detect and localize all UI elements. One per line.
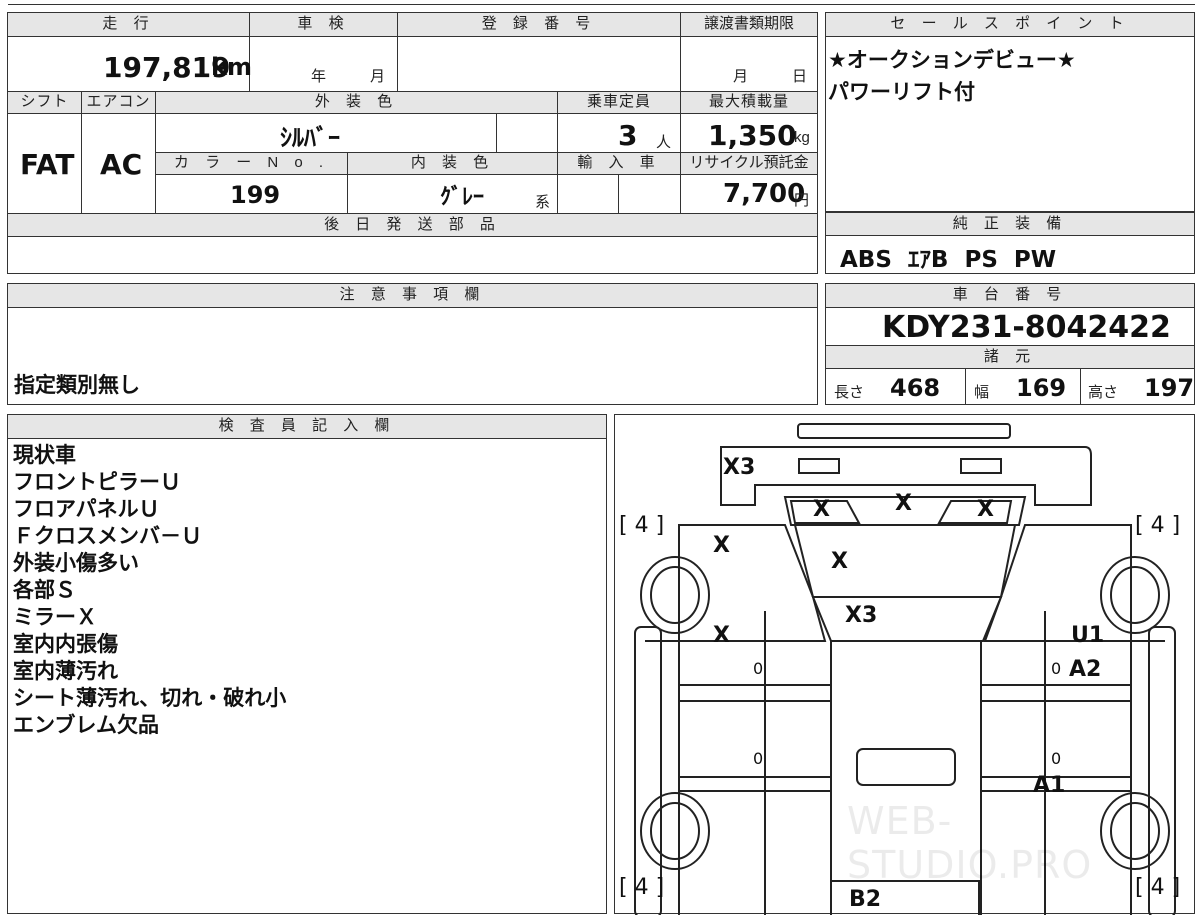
- equipment-header: 純 正 装 備: [826, 212, 1194, 236]
- inspection-year-unit: 年: [311, 68, 327, 85]
- inspector-line: 現状車: [13, 444, 76, 467]
- inspector-box: 検 査 員 記 入 欄 現状車 フロントピラーＵ フロアパネルＵ Ｆクロスメンバ…: [7, 414, 607, 914]
- inspector-notes-list: 現状車 フロントピラーＵ フロアパネルＵ Ｆクロスメンバ－Ｕ 外装小傷多い 各部…: [13, 442, 286, 739]
- inspection-header: 車 検: [249, 13, 397, 37]
- chassis-number: KDY231-8042422: [882, 310, 1171, 345]
- interior-color-value: ｸﾞﾚｰ: [440, 185, 485, 210]
- ac-header: エアコン: [81, 92, 155, 114]
- max-load-unit: kg: [794, 129, 810, 146]
- notes-box: 注 意 事 項 欄 指定類別無し: [7, 283, 818, 405]
- vehicle-diagram: [ 4 ] [ 4 ] [ 4 ] [ 4 ] X3 X X X X X X3 …: [614, 414, 1195, 915]
- width-label: 幅: [974, 384, 990, 401]
- shift-header: シフト: [8, 92, 81, 114]
- equipment-value: ABS ｴｱB PS PW: [840, 247, 1057, 273]
- import-header: 輸 入 車: [557, 153, 680, 175]
- capacity-header: 乗車定員: [557, 92, 680, 114]
- chassis-header: 車 台 番 号: [826, 284, 1194, 308]
- inspector-line: 室内内張傷: [13, 633, 118, 656]
- zero-marker: 0: [1051, 749, 1062, 768]
- sales-point-line-2: パワーリフト付: [828, 81, 975, 104]
- max-load-header: 最大積載量: [680, 92, 817, 114]
- exterior-color-value: ｼﾙﾊﾞｰ: [280, 124, 340, 152]
- sales-points-header: セ ー ル ス ポ イ ン ト: [826, 13, 1194, 37]
- recycle-unit: 円: [794, 192, 810, 209]
- mileage-unit: km: [211, 53, 252, 81]
- chassis-box: 車 台 番 号 KDY231-8042422 諸 元 長さ 468 幅 169 …: [825, 283, 1195, 405]
- transfer-month-unit: 月: [733, 68, 749, 85]
- transfer-deadline-header: 譲渡書類期限: [680, 13, 817, 37]
- color-no-header: カ ラ ー N o .: [156, 153, 347, 175]
- height-label: 高さ: [1088, 384, 1119, 401]
- capacity-unit: 人: [656, 134, 672, 151]
- mark-bumper: X3: [723, 455, 756, 480]
- top-edge-line: [8, 4, 1195, 5]
- tire-rear-left-label: [ 4 ]: [619, 875, 665, 900]
- later-parts-header: 後 日 発 送 部 品: [8, 214, 817, 237]
- recycle-header: リサイクル預託金: [680, 153, 817, 175]
- color-no-value: 199: [230, 181, 281, 209]
- width-value: 169: [1016, 374, 1067, 402]
- zero-marker: 0: [1051, 659, 1062, 678]
- inspector-line: フロアパネルＵ: [13, 498, 160, 521]
- interior-color-suffix: 系: [535, 194, 551, 211]
- max-load-value: 1,350: [708, 119, 797, 152]
- inspector-line: シート薄汚れ、切れ・破れ小: [13, 687, 287, 710]
- mark-rocker-right: A1: [1033, 773, 1066, 798]
- transfer-day-unit: 日: [792, 68, 808, 85]
- length-value: 468: [890, 374, 941, 402]
- registration-header: 登 録 番 号: [397, 13, 680, 37]
- capacity-value: 3: [618, 119, 638, 152]
- inspection-month-unit: 月: [370, 68, 386, 85]
- height-value: 197: [1144, 374, 1195, 402]
- inspector-line: 外装小傷多い: [13, 552, 139, 575]
- notes-header: 注 意 事 項 欄: [8, 284, 817, 308]
- mark-pillar-right: U1: [1071, 623, 1105, 648]
- equipment-box: 純 正 装 備 ABS ｴｱB PS PW: [825, 212, 1195, 274]
- zero-marker: 0: [753, 749, 764, 768]
- inspector-line: フロントピラーＵ: [13, 471, 181, 494]
- inspector-line: 室内薄汚れ: [13, 660, 118, 683]
- sales-point-line-1: ★オークションデビュー★: [828, 49, 1076, 72]
- inspector-line: 各部Ｓ: [13, 579, 76, 602]
- shift-value: FAT: [20, 148, 75, 181]
- inspector-line: ミラーＸ: [13, 606, 97, 629]
- watermark: WEB-STUDIO.PRO: [847, 799, 1093, 887]
- mark-fender-left: X: [713, 533, 730, 558]
- spec-table: 走 行 車 検 登 録 番 号 譲渡書類期限 197,819 km 年 月 月 …: [7, 12, 818, 274]
- inspector-line: Ｆクロスメンバ－Ｕ: [13, 525, 202, 548]
- sales-points-box: セ ー ル ス ポ イ ン ト ★オークションデビュー★ パワーリフト付: [825, 12, 1195, 212]
- ac-value: AC: [100, 148, 143, 181]
- inspector-line: エンブレム欠品: [13, 714, 159, 737]
- recycle-value: 7,700: [723, 179, 806, 209]
- mark-door-right: A2: [1069, 657, 1102, 682]
- notes-text: 指定類別無し: [14, 374, 140, 397]
- mark-grille-right: X: [977, 497, 994, 522]
- mark-grille-left: X: [813, 497, 830, 522]
- mark-windshield: X3: [845, 603, 878, 628]
- mark-hood: X: [831, 549, 848, 574]
- tire-front-left-label: [ 4 ]: [619, 513, 665, 538]
- dimensions-header: 諸 元: [826, 345, 1194, 369]
- zero-marker: 0: [753, 659, 764, 678]
- inspector-header: 検 査 員 記 入 欄: [8, 415, 606, 439]
- exterior-color-header: 外 装 色: [155, 92, 557, 114]
- interior-color-header: 内 装 色: [347, 153, 557, 175]
- length-label: 長さ: [834, 384, 865, 401]
- mark-door-left: X: [713, 623, 730, 648]
- mark-grille-center: X: [895, 491, 912, 516]
- tire-front-right-label: [ 4 ]: [1135, 513, 1181, 538]
- mileage-header: 走 行: [8, 13, 249, 37]
